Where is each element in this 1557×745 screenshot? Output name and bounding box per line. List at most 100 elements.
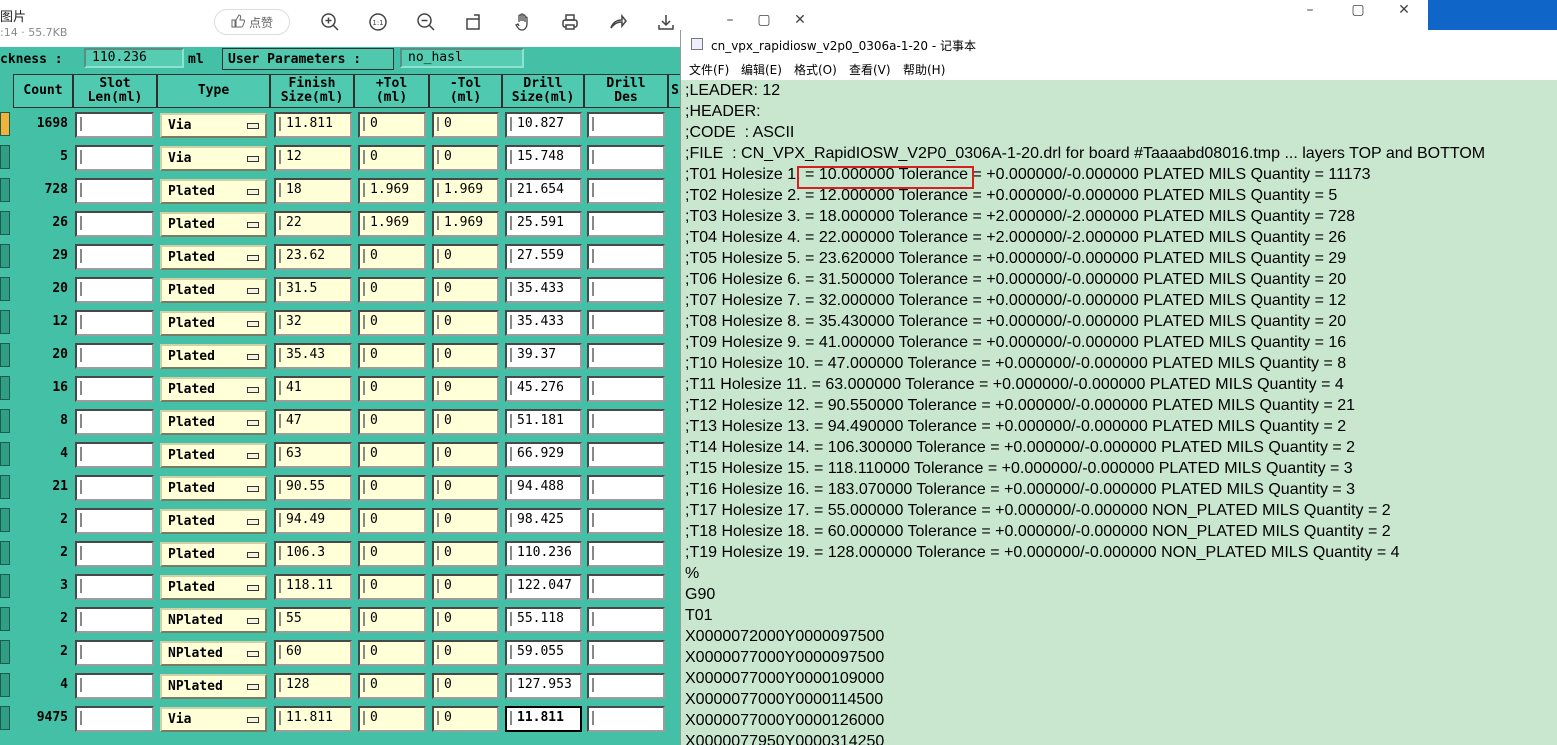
print-icon[interactable]	[560, 12, 580, 32]
header-finish-size[interactable]: Finish Size(ml)	[270, 74, 354, 108]
slot-len-input[interactable]	[75, 244, 154, 270]
drill-size-input[interactable]: 94.488	[505, 475, 582, 501]
row-selector[interactable]	[0, 673, 10, 697]
slot-len-input[interactable]	[75, 310, 154, 336]
drill-size-input[interactable]: 122.047	[505, 574, 582, 600]
share-icon[interactable]	[608, 12, 628, 32]
slot-len-input[interactable]	[75, 442, 154, 468]
drill-des-input[interactable]	[587, 145, 665, 171]
drill-des-input[interactable]	[587, 409, 665, 435]
type-select[interactable]: Plated	[160, 575, 267, 600]
plus-tol-input[interactable]: 0	[358, 343, 426, 369]
type-select[interactable]: Plated	[160, 377, 267, 402]
menu-view[interactable]: 查看(V)	[849, 61, 891, 78]
slot-len-input[interactable]	[75, 145, 154, 171]
user-parameters-field[interactable]: no_hasl	[400, 48, 524, 68]
slot-len-input[interactable]	[75, 178, 154, 204]
minus-tol-input[interactable]: 0	[432, 640, 499, 666]
drill-des-input[interactable]	[587, 607, 665, 633]
plus-tol-input[interactable]: 0	[358, 277, 426, 303]
type-select[interactable]: Plated	[160, 476, 267, 501]
slot-len-input[interactable]	[75, 376, 154, 402]
type-select[interactable]: Plated	[160, 509, 267, 534]
finish-size-input[interactable]: 128	[274, 673, 352, 699]
header-type[interactable]: Type	[157, 74, 270, 108]
row-selector[interactable]	[0, 343, 10, 367]
type-select[interactable]: Via	[160, 707, 267, 732]
finish-size-input[interactable]: 22	[274, 211, 352, 237]
slot-len-input[interactable]	[75, 574, 154, 600]
drill-des-input[interactable]	[587, 310, 665, 336]
drill-size-input[interactable]: 25.591	[505, 211, 582, 237]
drill-size-input[interactable]: 27.559	[505, 244, 582, 270]
row-selector[interactable]	[0, 541, 10, 565]
row-selector[interactable]	[0, 310, 10, 334]
minus-tol-input[interactable]: 0	[432, 244, 499, 270]
fit-icon[interactable]: 1:1	[368, 12, 388, 32]
drill-des-input[interactable]	[587, 112, 665, 138]
slot-len-input[interactable]	[75, 673, 154, 699]
zoom-out-icon[interactable]	[416, 12, 436, 32]
header-count[interactable]: Count	[13, 74, 73, 108]
drill-size-input[interactable]: 15.748	[505, 145, 582, 171]
plus-tol-input[interactable]: 0	[358, 541, 426, 567]
drill-size-input[interactable]: 66.929	[505, 442, 582, 468]
row-selector[interactable]	[0, 475, 10, 499]
finish-size-input[interactable]: 32	[274, 310, 352, 336]
row-selector[interactable]	[0, 376, 10, 400]
plus-tol-input[interactable]: 0	[358, 409, 426, 435]
slot-len-input[interactable]	[75, 112, 154, 138]
drill-size-input[interactable]: 127.953	[505, 673, 582, 699]
menu-format[interactable]: 格式(O)	[794, 61, 837, 78]
drill-des-input[interactable]	[587, 508, 665, 534]
drill-des-input[interactable]	[587, 541, 665, 567]
header-slot-len[interactable]: Slot Len(ml)	[73, 74, 157, 108]
rotate-icon[interactable]	[464, 12, 484, 32]
plus-tol-input[interactable]: 0	[358, 310, 426, 336]
plus-tol-input[interactable]: 0	[358, 607, 426, 633]
type-select[interactable]: Plated	[160, 311, 267, 336]
type-select[interactable]: NPlated	[160, 674, 267, 699]
type-select[interactable]: NPlated	[160, 641, 267, 666]
type-select[interactable]: Plated	[160, 245, 267, 270]
slot-len-input[interactable]	[75, 475, 154, 501]
row-selector[interactable]	[0, 574, 10, 598]
drill-size-input[interactable]: 11.811	[505, 706, 582, 732]
finish-size-input[interactable]: 23.62	[274, 244, 352, 270]
type-select[interactable]: Via	[160, 146, 267, 171]
row-selector[interactable]	[0, 409, 10, 433]
row-selector[interactable]	[0, 706, 10, 730]
drill-size-input[interactable]: 51.181	[505, 409, 582, 435]
row-selector[interactable]	[0, 178, 10, 202]
drill-size-input[interactable]: 110.236	[505, 541, 582, 567]
drill-size-input[interactable]: 98.425	[505, 508, 582, 534]
slot-len-input[interactable]	[75, 640, 154, 666]
slot-len-input[interactable]	[75, 541, 154, 567]
header-drill-des[interactable]: Drill Des	[584, 74, 668, 108]
row-selector[interactable]	[0, 508, 10, 532]
slot-len-input[interactable]	[75, 277, 154, 303]
close-icon[interactable]: ✕	[780, 10, 820, 30]
minus-tol-input[interactable]: 0	[432, 310, 499, 336]
plus-tol-input[interactable]: 0	[358, 706, 426, 732]
drill-des-input[interactable]	[587, 343, 665, 369]
drill-size-input[interactable]: 21.654	[505, 178, 582, 204]
finish-size-input[interactable]: 11.811	[274, 706, 352, 732]
thickness-field[interactable]: 110.236	[84, 48, 184, 68]
drill-des-input[interactable]	[587, 640, 665, 666]
finish-size-input[interactable]: 18	[274, 178, 352, 204]
minus-tol-input[interactable]: 0	[432, 145, 499, 171]
type-select[interactable]: NPlated	[160, 608, 267, 633]
minus-tol-input[interactable]: 0	[432, 541, 499, 567]
drill-size-input[interactable]: 55.118	[505, 607, 582, 633]
minus-tol-input[interactable]: 0	[432, 475, 499, 501]
minus-tol-input[interactable]: 0	[432, 607, 499, 633]
drill-size-input[interactable]: 10.827	[505, 112, 582, 138]
slot-len-input[interactable]	[75, 211, 154, 237]
maximize-icon[interactable]: ▢	[744, 10, 784, 30]
finish-size-input[interactable]: 118.11	[274, 574, 352, 600]
plus-tol-input[interactable]: 0	[358, 673, 426, 699]
drill-des-input[interactable]	[587, 442, 665, 468]
header-minus-tol[interactable]: -Tol (ml)	[429, 74, 502, 108]
type-select[interactable]: Plated	[160, 278, 267, 303]
